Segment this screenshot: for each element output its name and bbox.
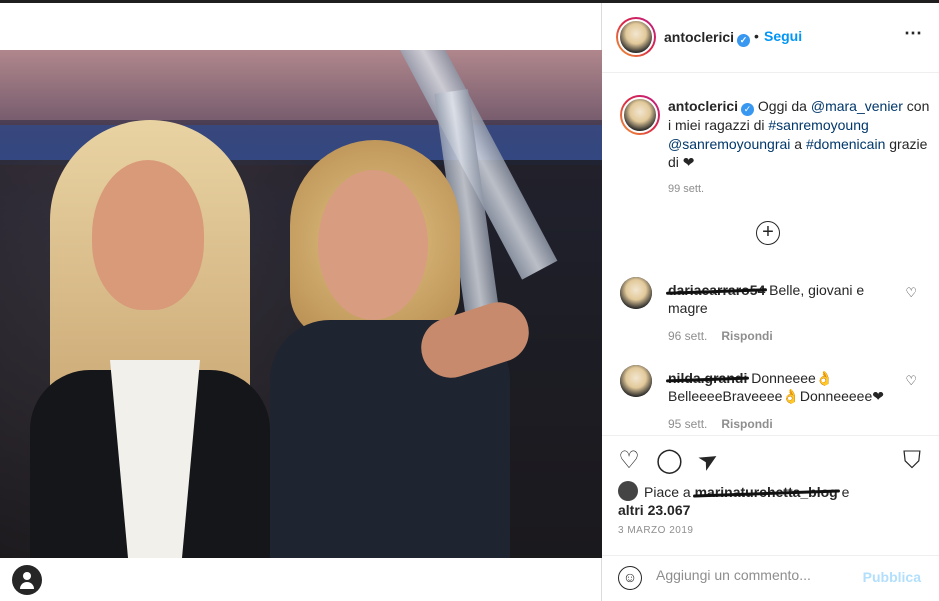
more-options-icon[interactable]: ⋯	[904, 23, 923, 44]
liker-avatar[interactable]	[618, 481, 638, 501]
hashtag-link[interactable]: #domenicain	[806, 136, 885, 152]
comment-icon[interactable]: ◯	[656, 448, 683, 474]
comment-meta: 95 sett. Rispondi	[668, 417, 773, 431]
save-bookmark-icon[interactable]: ⛉	[899, 448, 925, 474]
comment-like-icon[interactable]: ♡	[905, 285, 917, 301]
separator-dot: •	[754, 28, 759, 44]
caption-username[interactable]: antoclerici	[668, 98, 738, 114]
author-username[interactable]: antoclerici ✓	[664, 29, 751, 47]
post-side-panel: antoclerici ✓ • Segui ⋯ antoclerici ✓ Oggi…	[602, 3, 939, 601]
reply-button[interactable]: Rispondi	[721, 329, 772, 343]
commenter-avatar[interactable]	[620, 277, 652, 309]
caption-time[interactable]: 99 sett.	[668, 183, 704, 195]
publish-button[interactable]: Pubblica	[863, 569, 921, 585]
caption-avatar[interactable]	[620, 95, 660, 135]
action-bar: ♡ ◯ ➤ ⛉	[602, 435, 939, 477]
hashtag-link[interactable]: #sanremoyoung	[768, 117, 868, 133]
liker-username[interactable]: marinaturchetta_blog	[695, 483, 838, 501]
comment-text: nilda.grandi Donneeee👌 BelleeeeBraveeee👌…	[668, 369, 884, 404]
commenter-username[interactable]: nilda.grandi	[668, 369, 747, 387]
person-right	[270, 140, 537, 558]
verified-icon: ✓	[741, 103, 755, 116]
commenter-avatar[interactable]	[620, 365, 652, 397]
mention-link[interactable]: @mara_venier	[811, 98, 903, 114]
media-area	[0, 3, 602, 601]
author-avatar[interactable]	[616, 17, 656, 57]
mention-link[interactable]: @sanremoyoungrai	[668, 136, 790, 152]
post-photo[interactable]	[0, 50, 602, 558]
add-comment-bar: ☺ Pubblica	[602, 555, 939, 601]
likes-summary: Piace a marinaturchetta_blog e altri 23.…	[618, 481, 918, 519]
caption-text: antoclerici ✓ Oggi da @mara_venier con i …	[668, 98, 930, 170]
person-left	[30, 120, 270, 558]
commenter-username[interactable]: dariacarraro54	[668, 281, 765, 299]
comment-meta: 96 sett. Rispondi	[668, 329, 773, 343]
comment-like-icon[interactable]: ♡	[905, 373, 917, 389]
post-date[interactable]: 3 MARZO 2019	[618, 525, 693, 536]
tagged-users-icon[interactable]	[12, 565, 42, 595]
like-heart-icon[interactable]: ♡	[616, 448, 642, 474]
follow-button[interactable]: Segui	[764, 28, 802, 44]
emoji-icon[interactable]: ☺	[618, 566, 642, 590]
comment-text: dariacarraro54 Belle, giovani e magre	[668, 281, 865, 316]
share-icon[interactable]: ➤	[691, 443, 727, 479]
likes-count[interactable]: altri 23.067	[618, 502, 690, 518]
post-header: antoclerici ✓ • Segui ⋯	[602, 3, 939, 73]
load-more-comments-icon[interactable]: +	[756, 221, 780, 245]
verified-icon: ✓	[737, 34, 751, 47]
comment-input[interactable]	[656, 567, 856, 583]
reply-button[interactable]: Rispondi	[721, 417, 772, 431]
